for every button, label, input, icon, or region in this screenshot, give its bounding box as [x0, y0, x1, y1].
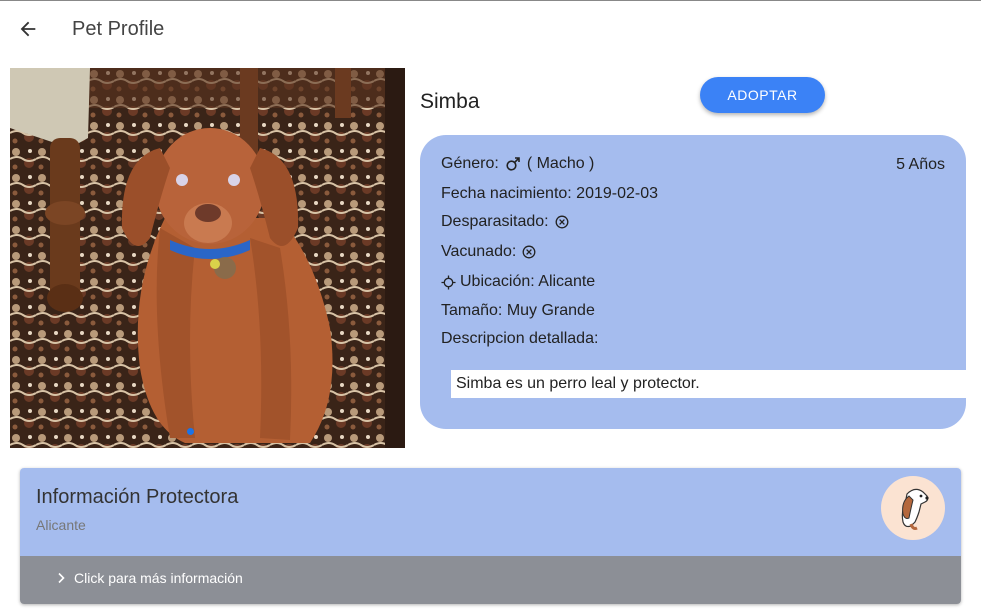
pet-age: 5 Años	[896, 156, 945, 173]
adopt-button[interactable]: ADOPTAR	[700, 77, 825, 113]
app-bar: Pet Profile	[0, 1, 981, 59]
cancel-circle-icon	[555, 215, 569, 229]
location-row: Ubicación: Alicante	[441, 273, 595, 291]
gender-value: ( Macho )	[526, 155, 595, 172]
cancel-circle-icon	[522, 245, 536, 259]
carousel-indicator[interactable]	[187, 428, 194, 435]
description-label: Descripcion detallada:	[441, 330, 599, 347]
protector-location: Alicante	[36, 517, 86, 533]
vaccinated-row: Vacunado:	[441, 243, 536, 261]
male-icon	[506, 157, 520, 171]
protector-title: Información Protectora	[36, 486, 239, 508]
protector-avatar	[881, 476, 945, 540]
location-crosshair-icon	[441, 274, 456, 290]
gender-label: Género:	[441, 155, 499, 172]
pet-name: Simba	[420, 90, 480, 113]
dewormed-label: Desparasitado:	[441, 213, 549, 230]
size-label: Tamaño: Muy Grande	[441, 302, 595, 319]
page-title: Pet Profile	[72, 18, 165, 40]
dewormed-row: Desparasitado:	[441, 213, 569, 231]
dog-logo-icon	[901, 488, 929, 530]
arrow-left-icon	[20, 21, 36, 37]
gender-row: Género: ( Macho )	[441, 155, 594, 173]
more-info-label: Click para más información	[74, 570, 243, 586]
back-button[interactable]	[14, 15, 42, 43]
protector-card: Información Protectora Alicante Click pa…	[20, 468, 961, 604]
pet-details-card: Género: ( Macho ) 5 Años Fecha nacimient…	[420, 135, 966, 429]
more-info-button[interactable]: Click para más información	[20, 556, 961, 604]
chevron-right-icon	[58, 572, 65, 584]
location-label: Ubicación: Alicante	[460, 273, 596, 290]
protector-header: Información Protectora Alicante	[20, 468, 961, 556]
description-text: Simba es un perro leal y protector.	[451, 370, 966, 398]
birth-date: Fecha nacimiento: 2019-02-03	[441, 185, 659, 202]
more-info-link[interactable]: Click para más información	[56, 570, 243, 586]
pet-photo	[10, 68, 405, 448]
vaccinated-label: Vacunado:	[441, 243, 517, 260]
